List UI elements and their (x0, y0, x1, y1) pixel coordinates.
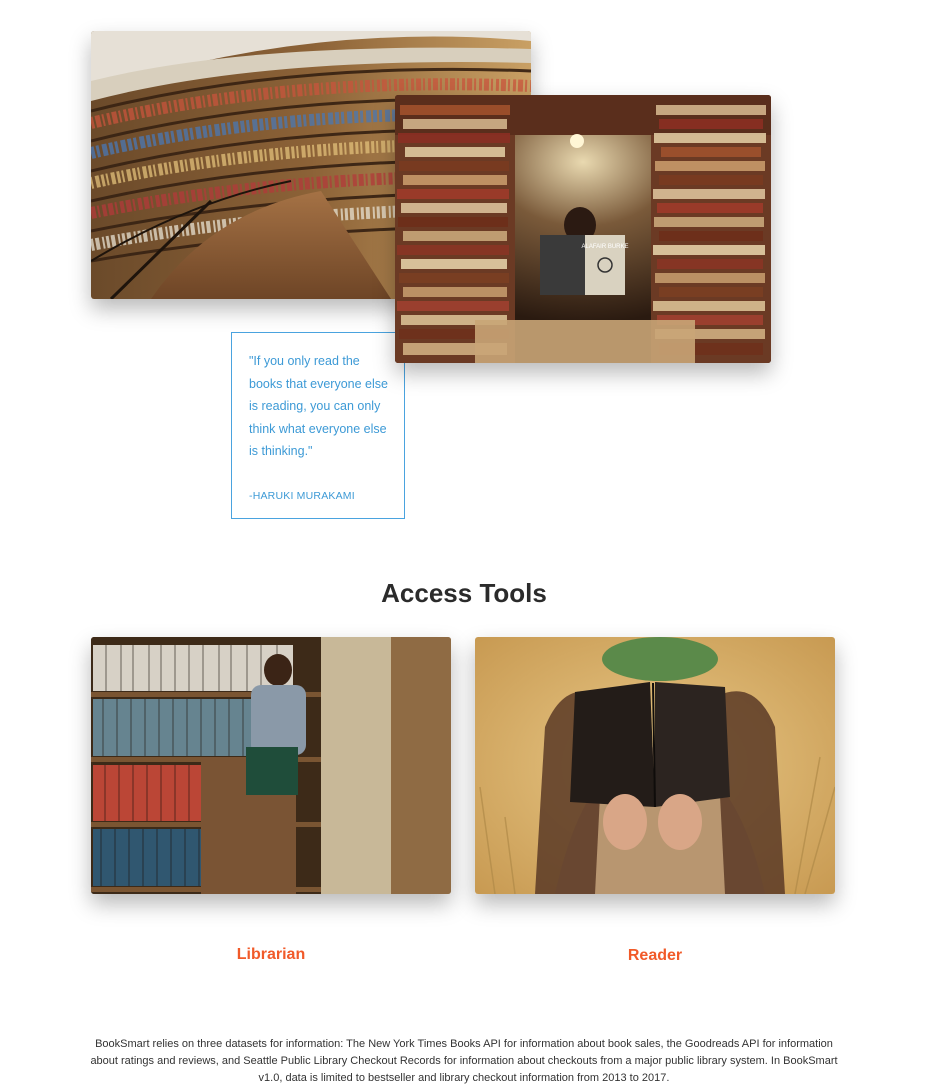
reader-link[interactable]: Reader (475, 947, 835, 965)
quote-box: "If you only read the books that everyon… (231, 332, 405, 519)
access-tools-title: Access Tools (381, 578, 547, 608)
book-tunnel-photo: ALAFAIR BURKE (395, 95, 771, 363)
quote-author: -HARUKI MURAKAMI (249, 489, 355, 502)
quote-text: "If you only read the books that everyon… (249, 354, 388, 458)
librarian-photo[interactable] (91, 637, 451, 894)
librarian-link[interactable]: Librarian (91, 946, 451, 964)
book-cover-text: ALAFAIR BURKE (581, 244, 628, 250)
reader-photo[interactable] (475, 637, 835, 894)
footer-description: BookSmart relies on three datasets for i… (90, 1038, 838, 1084)
